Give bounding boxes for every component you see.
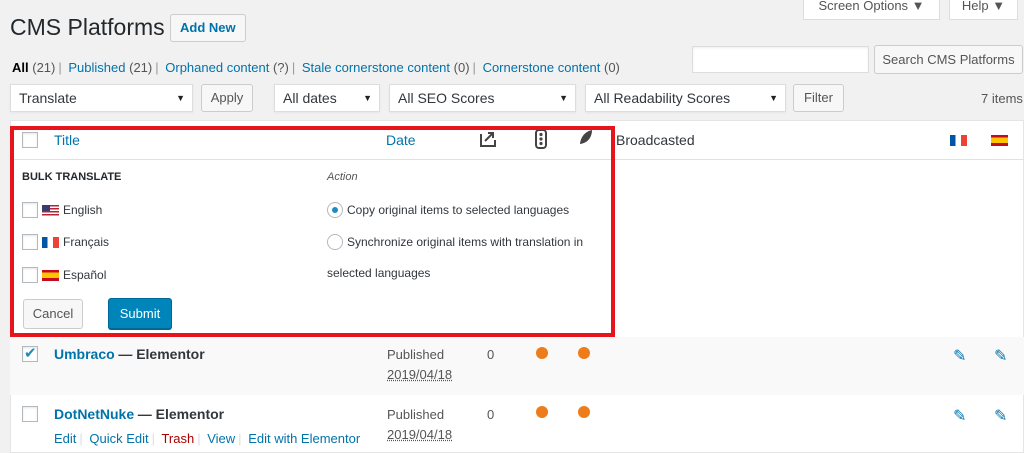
view-cornerstone-count: (0) bbox=[603, 60, 620, 75]
view-cornerstone[interactable]: Cornerstone content bbox=[483, 60, 601, 75]
post-title-suffix: — Elementor bbox=[137, 406, 225, 422]
readability-filter-select[interactable]: All Readability Scores ▼ bbox=[585, 84, 786, 112]
apply-button[interactable]: Apply bbox=[201, 84, 253, 112]
row-checkbox[interactable] bbox=[22, 406, 38, 422]
row-action-view[interactable]: View bbox=[207, 431, 235, 446]
seo-score-dot bbox=[536, 406, 548, 418]
readability-score-dot bbox=[578, 347, 590, 359]
items-count: 7 items bbox=[981, 91, 1023, 106]
spanish-flag-icon[interactable] bbox=[991, 135, 1008, 146]
outgoing-links-count: 0 bbox=[487, 407, 495, 422]
search-button[interactable]: Search CMS Platforms bbox=[874, 45, 1023, 74]
row-action-trash[interactable]: Trash bbox=[161, 431, 194, 446]
view-published[interactable]: Published bbox=[68, 60, 125, 75]
date-filter-value: All dates bbox=[283, 90, 337, 106]
view-published-count: (21) bbox=[129, 60, 153, 75]
post-title-link[interactable]: DotNetNuke bbox=[54, 406, 134, 422]
seo-filter-select[interactable]: All SEO Scores ▼ bbox=[389, 84, 576, 112]
row-action-quick-edit[interactable]: Quick Edit bbox=[89, 431, 148, 446]
post-date: 2019/04/18 bbox=[387, 367, 453, 382]
post-status: Published bbox=[387, 407, 445, 422]
outgoing-links-count: 0 bbox=[487, 347, 495, 362]
post-title-link[interactable]: Umbraco bbox=[54, 346, 115, 362]
view-all[interactable]: All bbox=[12, 60, 29, 75]
view-stale-cornerstone-count: (0) bbox=[453, 60, 470, 75]
search-input[interactable] bbox=[692, 46, 869, 73]
chevron-down-icon: ▼ bbox=[559, 93, 568, 103]
view-all-count: (21) bbox=[32, 60, 56, 75]
readability-score-dot bbox=[578, 406, 590, 418]
seo-score-dot bbox=[536, 347, 548, 359]
post-date: 2019/04/18 bbox=[387, 427, 453, 442]
screen-options-tab[interactable]: Screen Options ▼ bbox=[803, 0, 940, 20]
chevron-down-icon: ▼ bbox=[769, 93, 778, 103]
post-title-suffix: — Elementor bbox=[118, 346, 205, 362]
view-orphaned[interactable]: Orphaned content bbox=[165, 60, 269, 75]
chevron-down-icon: ▼ bbox=[176, 93, 185, 103]
row-actions: Edit | Quick Edit | Trash | View | Edit with… bbox=[54, 431, 361, 446]
add-new-button[interactable]: Add New bbox=[170, 14, 246, 42]
chevron-down-icon: ▼ bbox=[363, 93, 372, 103]
highlight-annotation-box bbox=[10, 126, 615, 337]
row-title-cell: DotNetNuke — Elementor bbox=[54, 406, 224, 422]
seo-filter-value: All SEO Scores bbox=[398, 90, 495, 106]
edit-french-pencil-icon[interactable]: ✎ bbox=[953, 406, 966, 426]
post-status: Published bbox=[387, 347, 445, 362]
french-flag-icon[interactable] bbox=[950, 135, 967, 146]
page-title: CMS Platforms bbox=[10, 14, 165, 40]
row-checkbox[interactable] bbox=[22, 344, 38, 362]
date-filter-select[interactable]: All dates ▼ bbox=[274, 84, 380, 112]
view-orphaned-count: (?) bbox=[272, 60, 289, 75]
filter-button[interactable]: Filter bbox=[793, 84, 844, 112]
edit-spanish-pencil-icon[interactable]: ✎ bbox=[994, 346, 1007, 366]
view-filters: All (21) | Published (21) | Orphaned conte… bbox=[12, 60, 620, 75]
readability-filter-value: All Readability Scores bbox=[594, 90, 731, 106]
row-action-edit[interactable]: Edit bbox=[54, 431, 76, 446]
help-tab[interactable]: Help ▼ bbox=[949, 0, 1018, 20]
row-action-edit-with-elementor[interactable]: Edit with Elementor bbox=[248, 431, 360, 446]
column-broadcasted: Broadcasted bbox=[616, 132, 695, 148]
bulk-action-select[interactable]: Translate ▼ bbox=[10, 84, 193, 112]
edit-spanish-pencil-icon[interactable]: ✎ bbox=[994, 406, 1007, 426]
edit-french-pencil-icon[interactable]: ✎ bbox=[953, 346, 966, 366]
row-title-cell: Umbraco — Elementor bbox=[54, 346, 205, 362]
bulk-action-value: Translate bbox=[19, 90, 77, 106]
view-stale-cornerstone[interactable]: Stale cornerstone content bbox=[302, 60, 450, 75]
